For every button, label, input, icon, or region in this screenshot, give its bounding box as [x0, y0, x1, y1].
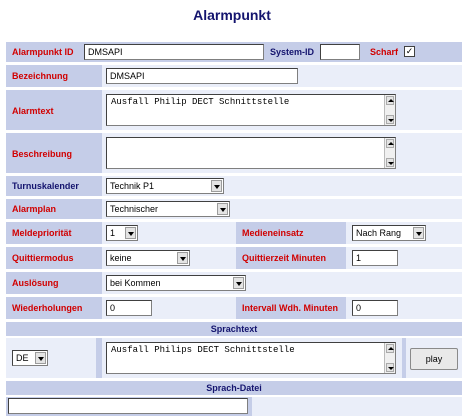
alarmpunkt-id-label: Alarmpunkt ID [12, 47, 74, 57]
sprachtext-header-row: Sprachtext [6, 322, 462, 336]
sprachdatei-input[interactable] [8, 398, 248, 414]
chevron-down-icon[interactable] [35, 352, 46, 364]
page-title: Alarmpunkt [193, 7, 271, 23]
ausloesung-value: bei Kommen [110, 278, 161, 288]
row-ausloesung: Auslösung bei Kommen [6, 272, 462, 294]
scharf-label: Scharf [370, 47, 399, 57]
scroll-down-icon[interactable] [386, 115, 394, 124]
wiederholungen-input[interactable]: 0 [106, 300, 152, 316]
bezeichnung-label: Bezeichnung [12, 71, 69, 81]
sprachdatei-cell [252, 397, 462, 416]
play-button[interactable]: play [410, 348, 458, 370]
wiederholungen-label: Wiederholungen [12, 303, 83, 313]
row-alarmtext: Alarmtext Ausfall Philip DECT Schnittste… [6, 90, 462, 130]
sprachdatei-header-row: Sprach-Datei [6, 381, 462, 395]
scroll-down-icon[interactable] [386, 158, 394, 167]
beschreibung-textarea[interactable] [106, 137, 396, 169]
intervall-label: Intervall Wdh. Minuten [242, 303, 338, 313]
sprachtext-textarea[interactable]: Ausfall Philips DECT Schnittstelle [106, 342, 396, 374]
alarmplan-label: Alarmplan [12, 204, 57, 214]
quittiermodus-value: keine [110, 253, 132, 263]
scroll-down-icon[interactable] [386, 363, 394, 372]
chevron-down-icon[interactable] [177, 252, 188, 264]
system-id-label: System-ID [270, 47, 315, 57]
ausloesung-label: Auslösung [12, 278, 59, 288]
row-quittiermodus: Quittiermodus keine Quittierzeit Minuten… [6, 247, 462, 269]
turnuskalender-label: Turnuskalender [12, 181, 79, 191]
sprachtext-value: Ausfall Philips DECT Schnittstelle [111, 345, 295, 355]
scroll-up-icon[interactable] [386, 139, 394, 148]
alarmtext-textarea[interactable]: Ausfall Philip DECT Schnittstelle [106, 94, 396, 126]
medieneinsatz-select[interactable]: Nach Rang [352, 225, 426, 241]
system-id-input[interactable] [320, 44, 360, 60]
medieneinsatz-value: Nach Rang [356, 228, 402, 238]
alarmpunkt-id-input[interactable]: DMSAPI [84, 44, 264, 60]
intervall-input[interactable]: 0 [352, 300, 398, 316]
beschreibung-scrollbar[interactable] [384, 138, 395, 168]
sprachtext-scrollbar[interactable] [384, 343, 395, 373]
scharf-checkbox[interactable]: ✓ [404, 46, 415, 57]
row-bezeichnung: Bezeichnung DMSAPI [6, 65, 462, 87]
row-wiederholungen: Wiederholungen 0 Intervall Wdh. Minuten … [6, 297, 462, 319]
beschreibung-label: Beschreibung [12, 149, 73, 159]
row-alarmpunkt-id: Alarmpunkt ID DMSAPI System-ID Scharf ✓ [6, 42, 462, 62]
meldeprioritaet-value: 1 [110, 228, 116, 238]
chevron-down-icon[interactable] [125, 227, 136, 239]
meldeprioritaet-label: Meldepriorität [12, 228, 72, 238]
alarmtext-value: Ausfall Philip DECT Schnittstelle [111, 97, 290, 107]
quittiermodus-select[interactable]: keine [106, 250, 190, 266]
row-alarmplan: Alarmplan Technischer [6, 199, 462, 219]
chevron-down-icon[interactable] [211, 180, 222, 192]
sprachtext-row: DE Ausfall Philips DECT Schnittstelle pl… [6, 338, 462, 378]
row-beschreibung: Beschreibung [6, 133, 462, 173]
quittierzeit-input[interactable]: 1 [352, 250, 398, 266]
alarmtext-scrollbar[interactable] [384, 95, 395, 125]
quittiermodus-label: Quittiermodus [12, 253, 74, 263]
scroll-up-icon[interactable] [386, 96, 394, 105]
row-turnuskalender: Turnuskalender Technik P1 [6, 176, 462, 196]
turnuskalender-select[interactable]: Technik P1 [106, 178, 224, 194]
chevron-down-icon[interactable] [233, 277, 244, 289]
alarmplan-select[interactable]: Technischer [106, 201, 230, 217]
bezeichnung-input[interactable]: DMSAPI [106, 68, 298, 84]
ausloesung-select[interactable]: bei Kommen [106, 275, 246, 291]
chevron-down-icon[interactable] [413, 227, 424, 239]
sprachtext-header: Sprachtext [210, 324, 258, 334]
turnuskalender-value: Technik P1 [110, 181, 155, 191]
quittierzeit-label: Quittierzeit Minuten [242, 253, 326, 263]
medieneinsatz-label: Medieneinsatz [242, 228, 304, 238]
scroll-up-icon[interactable] [386, 344, 394, 353]
alarmplan-value: Technischer [110, 204, 159, 214]
sprachdatei-row [6, 397, 462, 416]
sprachdatei-header: Sprach-Datei [206, 383, 262, 393]
language-select[interactable]: DE [12, 350, 48, 366]
row-meldeprioritaet: Meldepriorität 1 Medieneinsatz Nach Rang [6, 222, 462, 244]
meldeprioritaet-select[interactable]: 1 [106, 225, 138, 241]
language-value: DE [16, 353, 29, 363]
alarmtext-label: Alarmtext [12, 106, 54, 116]
chevron-down-icon[interactable] [217, 203, 228, 215]
